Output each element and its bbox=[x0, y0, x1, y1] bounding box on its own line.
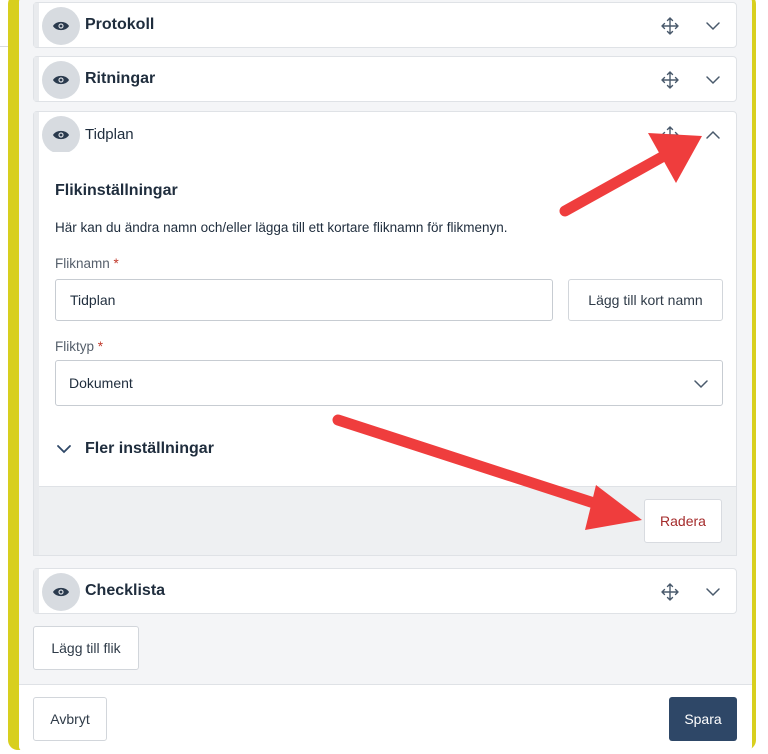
settings-title: Flikinställningar bbox=[55, 182, 178, 199]
save-button[interactable]: Spara bbox=[669, 697, 737, 741]
more-settings-label: Fler inställningar bbox=[85, 440, 214, 457]
move-icon[interactable] bbox=[660, 125, 680, 145]
tab-row-ritningar[interactable]: Ritningar bbox=[33, 56, 737, 102]
tab-type-select[interactable]: Dokument bbox=[55, 360, 723, 406]
chevron-down-icon[interactable] bbox=[704, 71, 722, 89]
chevron-down-icon[interactable] bbox=[704, 17, 722, 35]
dialog-footer: Avbryt Spara bbox=[19, 684, 752, 752]
eye-icon[interactable] bbox=[42, 573, 80, 611]
chevron-down-icon bbox=[55, 440, 73, 458]
tab-name-label: Fliknamn * bbox=[55, 256, 119, 271]
move-icon[interactable] bbox=[660, 582, 680, 602]
eye-icon[interactable] bbox=[42, 116, 80, 154]
tab-name-input[interactable]: Tidplan bbox=[55, 279, 553, 321]
settings-form: Flikinställningar Här kan du ändra namn … bbox=[39, 152, 736, 472]
tab-row-rail bbox=[34, 112, 39, 156]
delete-button[interactable]: Radera bbox=[644, 499, 722, 543]
required-mark: * bbox=[97, 339, 104, 354]
more-settings-toggle[interactable]: Fler inställningar bbox=[55, 440, 214, 458]
tab-name-label-text: Fliknamn bbox=[55, 256, 110, 271]
tab-row-checklista[interactable]: Checklista bbox=[33, 568, 737, 614]
chevron-up-icon[interactable] bbox=[704, 126, 722, 144]
settings-footer: Radera bbox=[39, 486, 736, 555]
eye-icon[interactable] bbox=[42, 7, 80, 45]
eye-icon[interactable] bbox=[42, 61, 80, 99]
chevron-down-icon[interactable] bbox=[704, 583, 722, 601]
tab-row-protokoll[interactable]: Protokoll bbox=[33, 2, 737, 48]
tab-title: Tidplan bbox=[85, 126, 134, 143]
tab-type-label: Fliktyp * bbox=[55, 339, 103, 354]
move-icon[interactable] bbox=[660, 70, 680, 90]
add-tab-button[interactable]: Lägg till flik bbox=[33, 626, 139, 670]
add-short-name-button[interactable]: Lägg till kort namn bbox=[568, 279, 723, 321]
tab-row-tidplan[interactable]: Tidplan bbox=[33, 111, 737, 157]
move-icon[interactable] bbox=[660, 16, 680, 36]
settings-description: Här kan du ändra namn och/eller lägga ti… bbox=[55, 220, 508, 235]
tab-row-rail bbox=[34, 569, 39, 613]
tab-settings-section: Flikinställningar Här kan du ändra namn … bbox=[33, 152, 737, 556]
tab-row-rail bbox=[34, 57, 39, 101]
tab-type-label-text: Fliktyp bbox=[55, 339, 95, 354]
tab-title: Ritningar bbox=[85, 70, 156, 87]
tab-title: Checklista bbox=[85, 582, 166, 599]
tab-title: Protokoll bbox=[85, 16, 155, 33]
chevron-down-icon bbox=[692, 375, 710, 393]
required-mark: * bbox=[113, 256, 119, 271]
tab-row-rail bbox=[34, 3, 39, 47]
tab-type-value: Dokument bbox=[69, 375, 133, 391]
cancel-button[interactable]: Avbryt bbox=[33, 697, 107, 741]
tab-settings-panel: Protokoll Ritningar Tidplan Flikinställn… bbox=[19, 0, 752, 752]
